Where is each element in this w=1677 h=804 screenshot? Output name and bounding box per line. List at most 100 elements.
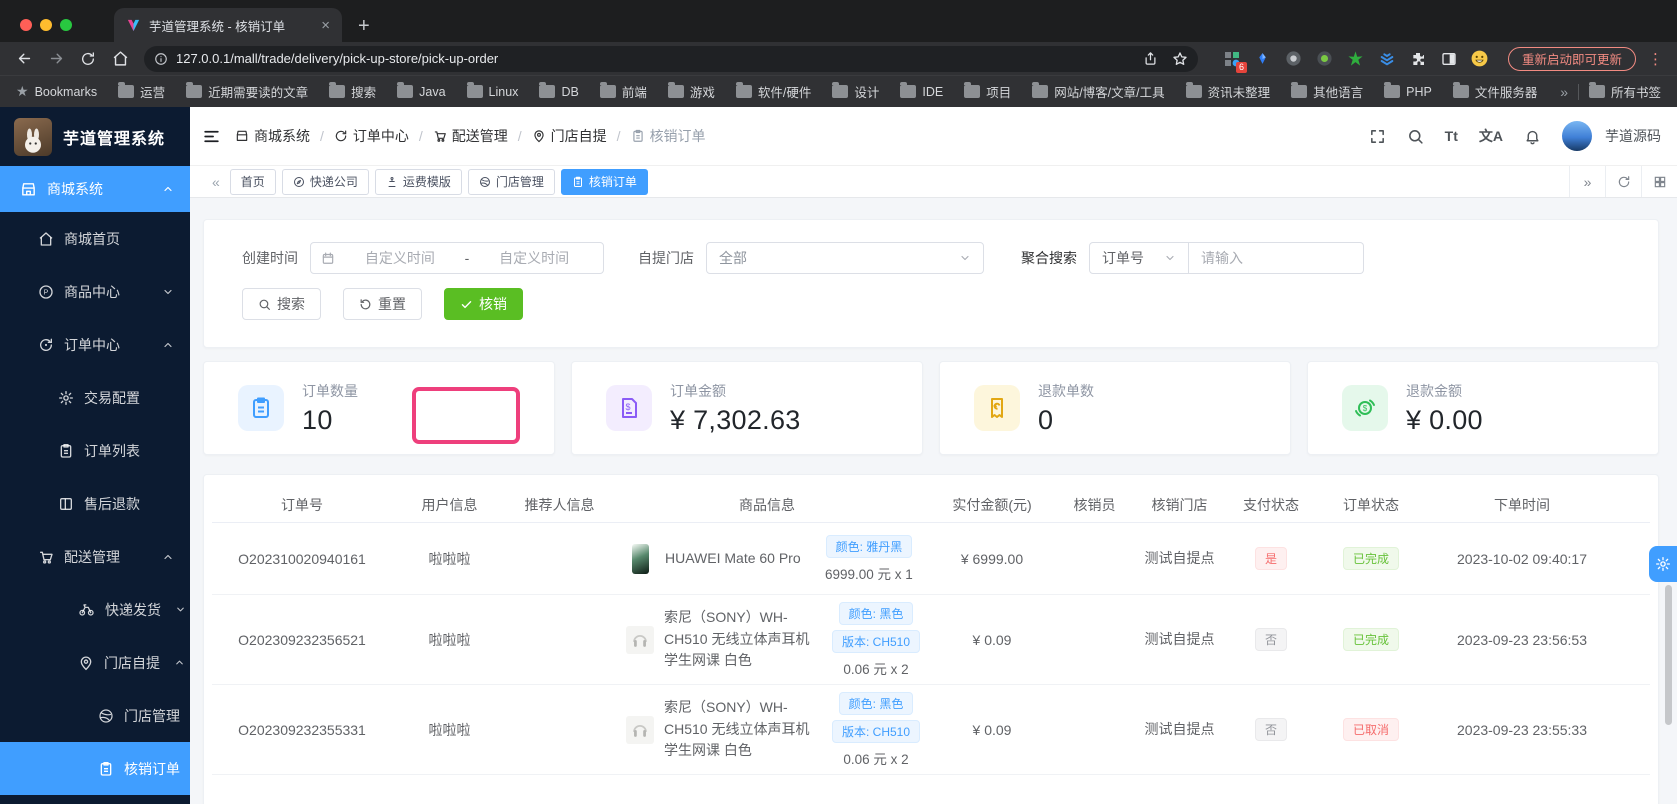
tab-home[interactable]: 首页: [229, 168, 276, 195]
user-avatar[interactable]: [1562, 121, 1592, 151]
orders-table: 订单号 用户信息 推荐人信息 商品信息 实付金额(元) 核销员 核销门店 支付状…: [203, 474, 1659, 804]
bookmark-folder[interactable]: 其他语言: [1291, 82, 1363, 101]
all-bookmarks[interactable]: 所有书签: [1588, 82, 1661, 101]
reset-button[interactable]: 重置: [343, 288, 422, 320]
address-bar[interactable]: 127.0.0.1/mall/trade/delivery/pick-up-st…: [144, 45, 1198, 72]
tab-verify-orders[interactable]: 核销订单: [560, 168, 648, 195]
bookmark-folder[interactable]: 设计: [832, 82, 879, 101]
aggregate-field-select[interactable]: 订单号: [1089, 242, 1189, 274]
breadcrumb-order-center[interactable]: 订单中心: [334, 126, 409, 146]
bookmark-star-icon[interactable]: [1172, 51, 1188, 67]
bookmark-folder[interactable]: 文件服务器: [1452, 82, 1537, 101]
browser-update-button[interactable]: 重新启动即可更新: [1507, 46, 1636, 71]
breadcrumb-delivery-management[interactable]: 配送管理: [433, 126, 508, 146]
aggregate-search-input[interactable]: [1201, 250, 1351, 266]
sidebar-item-aftersale-refund[interactable]: 售后退款: [0, 477, 190, 530]
forward-icon[interactable]: [42, 46, 70, 72]
vertical-scrollbar[interactable]: [1665, 585, 1672, 725]
tags-scroll-left-chevron[interactable]: «: [202, 174, 230, 190]
bookmark-folder[interactable]: 运营: [118, 82, 165, 101]
table-row[interactable]: O202310020940161 啦啦啦 HUAWEI Mate 60 Pro …: [212, 523, 1650, 595]
theme-settings-fab[interactable]: [1649, 546, 1677, 582]
layout-grid-icon[interactable]: [1641, 166, 1677, 197]
bookmark-folder[interactable]: 项目: [964, 82, 1011, 101]
pickup-store-select[interactable]: 全部: [706, 242, 984, 274]
search-icon[interactable]: [1407, 128, 1424, 145]
bookmark-folder[interactable]: DB: [539, 82, 579, 99]
bookmarks-manager[interactable]: ★ Bookmarks: [16, 83, 97, 100]
stat-refund-count: 退款单数 0: [939, 361, 1291, 455]
sidebar-item-product-center[interactable]: P 商品中心: [0, 265, 190, 318]
new-tab-button[interactable]: +: [358, 16, 370, 42]
folder-icon: [964, 82, 981, 98]
bookmark-folder[interactable]: 近期需要读的文章: [186, 82, 308, 101]
extension-icon-drop[interactable]: [1253, 49, 1273, 69]
site-info-icon[interactable]: [154, 52, 168, 66]
app-logo-row[interactable]: 芋道管理系统: [0, 107, 190, 166]
maximize-window-button[interactable]: [60, 19, 72, 31]
bookmark-folder[interactable]: Java: [397, 82, 446, 99]
extension-icon-star[interactable]: [1346, 49, 1366, 69]
font-size-icon[interactable]: Tt: [1445, 128, 1458, 144]
extension-icon-github[interactable]: [1284, 49, 1304, 69]
sidebar-item-trade-config[interactable]: 交易配置: [0, 371, 190, 424]
search-button[interactable]: 搜索: [242, 288, 321, 320]
tags-scroll-right-chevron[interactable]: »: [1569, 166, 1605, 197]
browser-menu-icon[interactable]: ⋮: [1648, 50, 1663, 68]
refund-card-icon: [58, 496, 74, 512]
collapse-menu-icon[interactable]: [202, 127, 221, 146]
table-row-partial[interactable]: 颜色: 黑色: [212, 775, 1650, 804]
bookmark-folder[interactable]: PHP: [1384, 82, 1432, 99]
sidebar-item-store-management[interactable]: 门店管理: [0, 689, 190, 742]
bookmark-folder[interactable]: 游戏: [667, 82, 715, 101]
bell-icon[interactable]: [1524, 128, 1541, 145]
extension-icon-devtools[interactable]: 6: [1222, 49, 1247, 73]
bookmark-folder[interactable]: 前端: [599, 82, 647, 101]
bookmarks-overflow-chevron[interactable]: »: [1560, 84, 1568, 100]
window-controls: [0, 8, 86, 42]
tab-close-icon[interactable]: ×: [319, 18, 332, 33]
extensions-puzzle-icon[interactable]: [1408, 49, 1428, 69]
breadcrumb-mall-system[interactable]: 商城系统: [235, 126, 310, 146]
sidebar-item-store-pickup[interactable]: 门店自提: [0, 636, 190, 689]
sidebar-item-mall-home[interactable]: 商城首页: [0, 212, 190, 265]
fullscreen-icon[interactable]: [1369, 128, 1386, 145]
translate-icon[interactable]: 文A: [1479, 126, 1503, 146]
minimize-window-button[interactable]: [40, 19, 52, 31]
profile-avatar-icon[interactable]: [1470, 49, 1490, 69]
sidebar-item-verify-orders[interactable]: 核销订单: [0, 742, 190, 795]
sidebar-item-delivery-management[interactable]: 配送管理: [0, 530, 190, 583]
bookmark-folder[interactable]: IDE: [900, 82, 943, 99]
tab-express-company[interactable]: 快递公司: [281, 168, 369, 195]
close-window-button[interactable]: [20, 19, 32, 31]
order-no: O202310020940161: [238, 550, 366, 567]
reload-icon[interactable]: [74, 46, 102, 72]
back-icon[interactable]: [10, 46, 38, 72]
share-icon[interactable]: [1143, 51, 1158, 66]
sidebar-item-mall-system[interactable]: 商城系统: [0, 166, 190, 212]
tab-freight-template[interactable]: 运费模版: [374, 168, 462, 195]
tab-store-management[interactable]: 门店管理: [467, 168, 555, 195]
sidebar-item-order-center[interactable]: 订单中心: [0, 318, 190, 371]
bookmark-folder[interactable]: 软件/硬件: [735, 82, 811, 101]
sidebar-item-express-shipping[interactable]: 快递发货: [0, 583, 190, 636]
table-row[interactable]: O202309232355331 啦啦啦 索尼（SONY）WH-CH510 无线…: [212, 685, 1650, 775]
browser-tab[interactable]: 芋道管理系统 - 核销订单 ×: [114, 8, 342, 42]
sidebar-item-order-list[interactable]: 订单列表: [0, 424, 190, 477]
tags-refresh-icon[interactable]: [1605, 166, 1641, 197]
folder-icon: [329, 82, 346, 98]
col-pay-status: 支付状态: [1243, 496, 1299, 513]
home-icon[interactable]: [106, 46, 134, 72]
extension-icon-layers[interactable]: [1377, 49, 1397, 69]
verify-button[interactable]: 核销: [444, 288, 523, 320]
breadcrumb-store-pickup[interactable]: 门店自提: [532, 126, 607, 146]
bookmark-folder[interactable]: 网站/博客/文章/工具: [1032, 82, 1165, 101]
username[interactable]: 芋道源码: [1605, 126, 1661, 146]
bookmark-folder[interactable]: Linux: [466, 82, 518, 99]
extension-icon-green-dot[interactable]: [1315, 49, 1335, 69]
bookmark-folder[interactable]: 搜索: [329, 82, 376, 101]
table-row[interactable]: O202309232356521 啦啦啦 索尼（SONY）WH-CH510 无线…: [212, 595, 1650, 685]
side-panel-icon[interactable]: [1439, 49, 1459, 69]
create-time-range-picker[interactable]: 自定义时间 - 自定义时间: [310, 242, 604, 274]
bookmark-folder[interactable]: 资讯未整理: [1185, 82, 1270, 101]
